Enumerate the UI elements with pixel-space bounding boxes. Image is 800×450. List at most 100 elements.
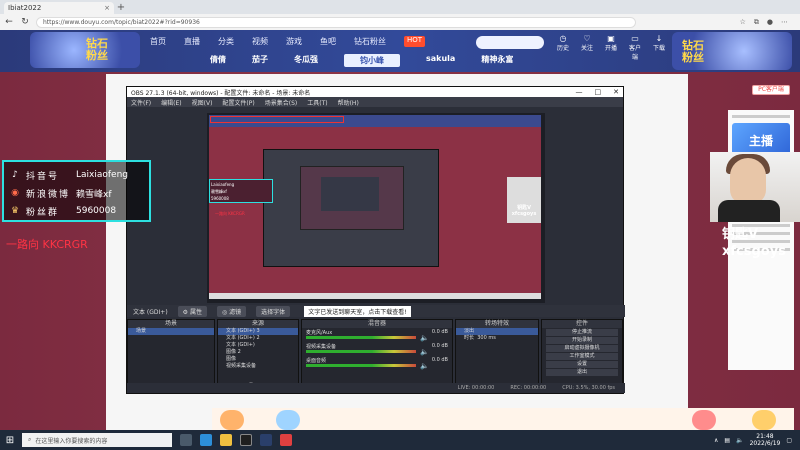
volume-meter[interactable]	[306, 350, 416, 353]
preview-taskbar	[209, 293, 541, 299]
transition-select[interactable]: 淡出	[456, 328, 538, 335]
site-logo-right[interactable]: 钻石粉丝	[672, 32, 792, 70]
site-search-input[interactable]	[476, 36, 544, 49]
source-item[interactable]: 图像 2	[218, 349, 298, 356]
gift-item[interactable]	[220, 410, 244, 430]
site-logo-left[interactable]: 钻石粉丝	[30, 32, 140, 68]
notification-icon[interactable]: ▢	[786, 437, 792, 444]
task-view-icon[interactable]	[180, 434, 192, 446]
new-tab-icon[interactable]: +	[114, 2, 128, 14]
maximize-icon[interactable]: □	[595, 88, 602, 96]
exit-button[interactable]: 退出	[546, 369, 618, 376]
speaker-icon[interactable]: 🔈	[420, 334, 429, 342]
volume-meter[interactable]	[306, 364, 416, 367]
mixer-channel: 麦克风/Aux 0.0 dB 🔈	[306, 329, 448, 342]
profile-icon[interactable]: ●	[767, 18, 773, 27]
streamer-tab-1[interactable]: 倩倩	[210, 54, 226, 67]
taskbar-apps	[180, 434, 292, 446]
source-item[interactable]: 图像	[218, 356, 298, 363]
properties-button[interactable]: ⚙ 属性	[177, 305, 207, 317]
stop-stream-button[interactable]: 停止推流	[546, 329, 618, 336]
filters-button[interactable]: ◎ 滤镜	[216, 305, 247, 317]
scene-item[interactable]: 场景	[128, 328, 214, 335]
favorite-icon[interactable]: ☆	[740, 18, 746, 27]
reload-icon[interactable]: ↻	[20, 17, 30, 27]
clock[interactable]: 21:48 2022/6/19	[750, 433, 781, 447]
download-button[interactable]: ↓ 下载	[652, 34, 666, 61]
volume-meter[interactable]	[306, 336, 416, 339]
nav-category[interactable]: 分类	[218, 36, 234, 47]
menu-view[interactable]: 视图(V)	[192, 98, 213, 107]
taskbar-search-input[interactable]: ⌕ 在这里输入你要搜索的内容	[22, 433, 172, 447]
notice-banner[interactable]: 文字已发送到聊天室，点击下载查看!	[304, 305, 411, 317]
overlay-row: ◉ 新浪微博 赖雪峰xf	[11, 188, 112, 200]
speaker-icon[interactable]: 🔈	[420, 348, 429, 356]
source-item[interactable]: 文本 (GDI+) 2	[218, 335, 298, 342]
follow-button[interactable]: ♡ 关注	[580, 34, 594, 61]
tab-title: Ibiat2022	[8, 4, 42, 12]
nav-live[interactable]: 直播	[184, 36, 200, 47]
streamer-tab-3[interactable]: 冬瓜强	[294, 54, 318, 67]
current-source: 文本 (GDI+)	[133, 308, 168, 316]
source-item[interactable]: 视频采集设备	[218, 363, 298, 370]
logo-text-right: 钻石粉丝	[682, 39, 704, 64]
streamer-tab-2[interactable]: 茄子	[252, 54, 268, 67]
fans-icon: ♛	[10, 206, 20, 216]
address-bar[interactable]: https://www.douyu.com/topic/biat2022#?ri…	[36, 16, 636, 28]
pc-client-button[interactable]: PC客户端	[752, 85, 790, 95]
streamer-tab-5[interactable]: sakula	[426, 54, 455, 67]
obs-icon[interactable]	[240, 434, 252, 446]
source-item[interactable]: 文本 (GDI+) 3	[218, 328, 298, 335]
nav-fishbar[interactable]: 鱼吧	[320, 36, 336, 47]
close-icon[interactable]: ✕	[613, 88, 619, 96]
back-icon[interactable]: ←	[4, 17, 14, 27]
app-icon[interactable]	[280, 434, 292, 446]
volume-icon[interactable]: 🔈	[736, 437, 743, 444]
nav-game[interactable]: 游戏	[286, 36, 302, 47]
camera-icon: ▣	[607, 34, 615, 43]
minimize-icon[interactable]: —	[576, 88, 583, 96]
collections-icon[interactable]: ⧉	[754, 18, 759, 27]
nested-obs-preview	[263, 149, 439, 267]
select-font-button[interactable]: 选择字体	[256, 305, 291, 317]
menu-help[interactable]: 帮助(H)	[338, 98, 359, 107]
duration-input[interactable]: 300 ms	[477, 335, 496, 341]
studio-mode-button[interactable]: 工作室模式	[546, 353, 618, 360]
dock-title: 控件	[542, 320, 622, 328]
speaker-icon[interactable]: 🔈	[420, 362, 429, 370]
gift-item[interactable]	[692, 410, 716, 430]
windows-start-icon[interactable]: ⊞	[0, 435, 20, 446]
streamer-tab-6[interactable]: 精神永富	[481, 54, 513, 67]
menu-file[interactable]: 文件(F)	[131, 98, 151, 107]
start-record-button[interactable]: 开始录制	[546, 337, 618, 344]
settings-button[interactable]: 设置	[546, 361, 618, 368]
cam-name-1: 钥匙V	[722, 227, 759, 242]
edge-icon[interactable]	[200, 434, 212, 446]
hot-badge: HOT	[404, 36, 426, 47]
broadcast-button[interactable]: ▣ 开播	[604, 34, 618, 61]
chevron-up-icon[interactable]: ∧	[714, 437, 718, 444]
menu-scene-collection[interactable]: 场景集合(S)	[265, 98, 298, 107]
obs-preview[interactable]: Laixiaofeng 赖雪峰xf 5960008 一路向 KKCRGR 钥匙V…	[207, 113, 545, 303]
browser-tab[interactable]: Ibiat2022 ×	[4, 2, 114, 14]
source-toolbar: 文本 (GDI+) ⚙ 属性 ◎ 滤镜 选择字体 文字已发送到聊天室，点击下载查…	[127, 305, 625, 317]
menu-profile[interactable]: 配置文件(P)	[222, 98, 254, 107]
more-icon[interactable]: ⋯	[781, 18, 788, 27]
gift-item[interactable]	[276, 410, 300, 430]
menu-tools[interactable]: 工具(T)	[307, 98, 327, 107]
client-button[interactable]: ▭ 客户端	[628, 34, 642, 61]
streamer-tab-active[interactable]: 钧小峰	[344, 54, 400, 67]
nav-video[interactable]: 视频	[252, 36, 268, 47]
menu-edit[interactable]: 编辑(E)	[161, 98, 181, 107]
nav-diamond[interactable]: 钻石粉丝	[354, 36, 386, 47]
nav-home[interactable]: 首页	[150, 36, 166, 47]
history-button[interactable]: ◷ 历史	[556, 34, 570, 61]
network-icon[interactable]: ▤	[724, 437, 730, 444]
obs-menubar: 文件(F) 编辑(E) 视图(V) 配置文件(P) 场景集合(S) 工具(T) …	[127, 97, 623, 107]
source-item[interactable]: 文本 (GDI+)	[218, 342, 298, 349]
close-icon[interactable]: ×	[104, 4, 110, 12]
explorer-icon[interactable]	[220, 434, 232, 446]
virtual-camera-button[interactable]: 启动虚拟摄像机	[546, 345, 618, 352]
gift-item[interactable]	[752, 410, 776, 430]
steam-icon[interactable]	[260, 434, 272, 446]
